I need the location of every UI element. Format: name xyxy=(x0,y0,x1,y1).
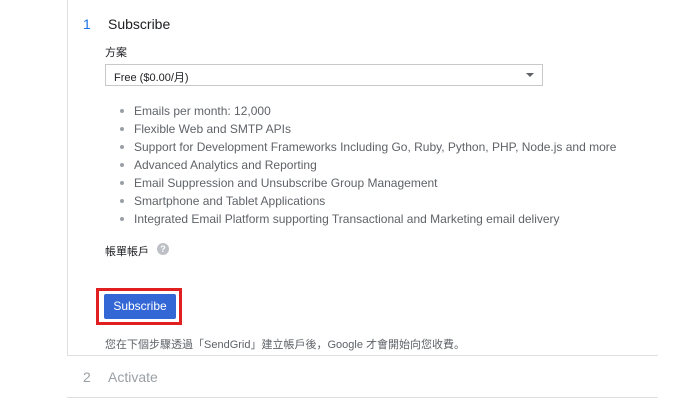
feature-item: Email Suppression and Unsubscribe Group … xyxy=(119,174,616,192)
feature-item: Flexible Web and SMTP APIs xyxy=(119,120,616,138)
feature-item: Emails per month: 12,000 xyxy=(119,102,616,120)
subscription-panel: 1 Subscribe 方案 Free ($0.00/月) Emails per… xyxy=(0,0,683,404)
feature-item: Support for Development Frameworks Inclu… xyxy=(119,138,616,156)
step-2-title: Activate xyxy=(108,369,158,385)
step-divider xyxy=(67,397,658,398)
subscribe-button[interactable]: Subscribe xyxy=(104,294,176,319)
feature-item: Smartphone and Tablet Applications xyxy=(119,192,616,210)
step-1-number: 1 xyxy=(83,16,91,32)
plan-select[interactable]: Free ($0.00/月) xyxy=(105,64,543,86)
plan-select-value: Free ($0.00/月) xyxy=(114,72,189,84)
step-divider xyxy=(67,355,658,356)
dropdown-arrow-icon xyxy=(526,73,534,77)
billing-account-label: 帳單帳戶 xyxy=(105,246,149,258)
step-connector-line xyxy=(67,0,68,355)
help-icon[interactable]: ? xyxy=(157,243,169,255)
step-2-number: 2 xyxy=(83,369,91,385)
plan-label: 方案 xyxy=(105,47,127,59)
step-1-title: Subscribe xyxy=(108,16,171,32)
feature-item: Integrated Email Platform supporting Tra… xyxy=(119,210,616,228)
billing-note: 您在下個步驟透過「SendGrid」建立帳戶後，Google 才會開始向您收費。 xyxy=(105,339,465,351)
feature-item: Advanced Analytics and Reporting xyxy=(119,156,616,174)
plan-features-list: Emails per month: 12,000 Flexible Web an… xyxy=(119,102,616,228)
